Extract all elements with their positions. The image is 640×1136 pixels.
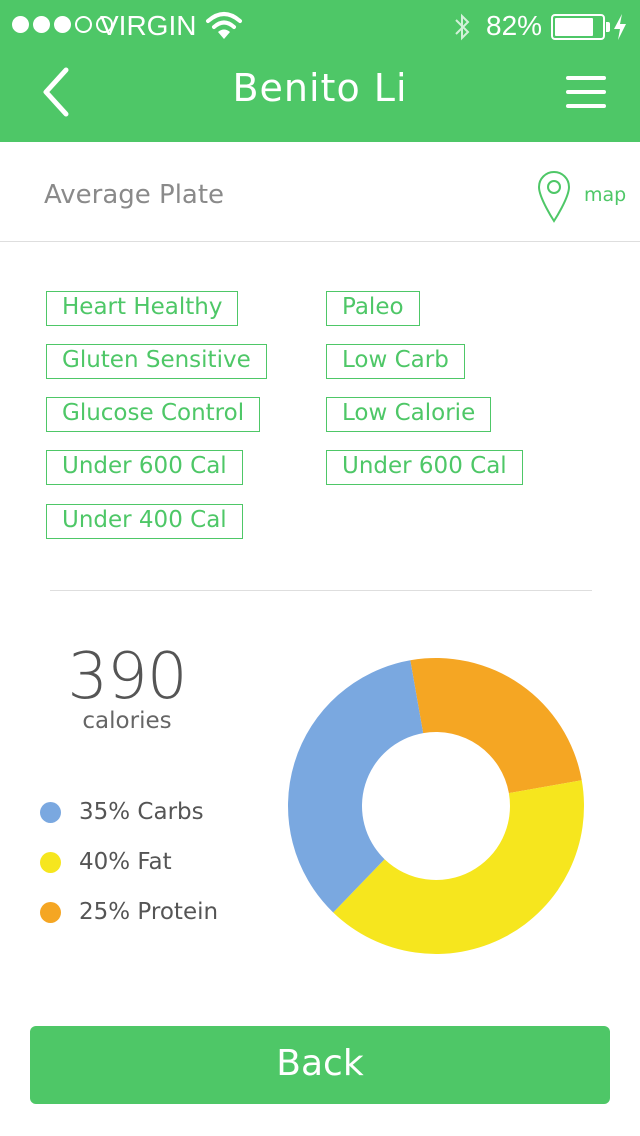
battery-nub	[606, 22, 610, 32]
map-link[interactable]: map	[530, 164, 630, 224]
plate-header: Average Plate map	[0, 142, 640, 242]
legend-label-protein: 25% Protein	[79, 899, 219, 925]
tag-low-calorie[interactable]: Low Calorie	[326, 397, 492, 432]
back-button[interactable]: Back	[30, 1026, 610, 1104]
signal-dot	[12, 16, 29, 33]
calorie-count: 390	[67, 640, 187, 714]
tag-under-400-cal[interactable]: Under 400 Cal	[46, 504, 243, 539]
tag-low-carb[interactable]: Low Carb	[326, 344, 465, 379]
page-title: Benito Li	[232, 66, 408, 110]
battery-percent: 82%	[486, 10, 543, 41]
tag-gluten-sensitive[interactable]: Gluten Sensitive	[46, 344, 267, 379]
tag-heart-healthy[interactable]: Heart Healthy	[46, 291, 239, 326]
legend-item-fat: 40% Fat	[40, 847, 172, 877]
legend-dot-carbs	[40, 801, 61, 823]
hamburger-menu-icon	[566, 76, 606, 80]
section-divider	[50, 590, 592, 591]
back-arrow-button[interactable]	[36, 62, 80, 122]
map-pin-icon	[537, 171, 571, 223]
hamburger-line	[566, 104, 606, 108]
carrier-name: VIRGIN	[100, 10, 197, 41]
battery-icon	[551, 14, 610, 40]
charging-bolt-icon	[614, 14, 626, 40]
legend-item-carbs: 35% Carbs	[40, 797, 204, 827]
menu-button[interactable]	[566, 76, 610, 112]
wifi-icon	[206, 12, 242, 39]
tag-glucose-control[interactable]: Glucose Control	[46, 397, 261, 432]
legend-item-protein: 25% Protein	[40, 897, 218, 927]
legend-dot-fat	[40, 851, 61, 873]
donut-slice-protein	[410, 658, 582, 794]
legend-label-carbs: 35% Carbs	[79, 799, 204, 825]
signal-dot	[54, 16, 71, 33]
plate-title: Average Plate	[44, 180, 225, 210]
tag-under-600-cal[interactable]: Under 600 Cal	[46, 450, 243, 485]
legend-dot-protein	[40, 901, 61, 923]
tag-paleo[interactable]: Paleo	[326, 291, 420, 326]
header-bar: VIRGIN 82% Benito Li	[0, 0, 640, 142]
signal-dot	[75, 16, 92, 33]
macro-donut-chart	[288, 658, 584, 954]
chevron-left-icon	[43, 67, 69, 117]
bluetooth-icon	[455, 13, 470, 41]
hamburger-line	[566, 90, 606, 94]
map-label: map	[584, 184, 627, 206]
status-bar: VIRGIN 82%	[0, 0, 640, 54]
signal-strength-icon	[12, 16, 113, 33]
calorie-label: calories	[82, 708, 172, 734]
signal-dot	[33, 16, 50, 33]
battery-fill	[555, 18, 593, 36]
legend-label-fat: 40% Fat	[79, 849, 172, 875]
tag-under-600-cal-2[interactable]: Under 600 Cal	[326, 450, 523, 485]
